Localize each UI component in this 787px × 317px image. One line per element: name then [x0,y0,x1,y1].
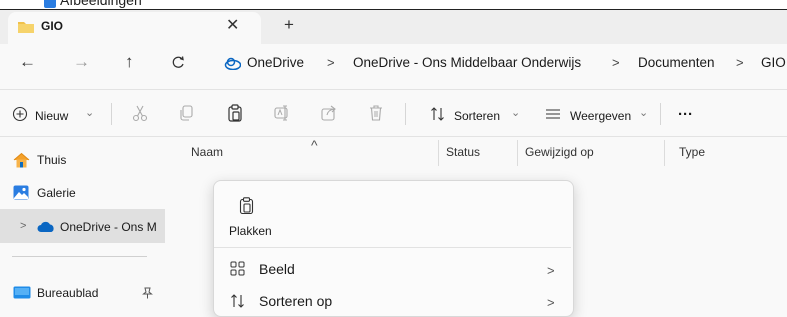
background-window-label: Afbeeldingen [60,0,142,8]
context-menu-paste[interactable]: Plakken [229,224,272,238]
desktop-icon [13,286,31,299]
breadcrumb-ons-middelbaar-onderwijs[interactable]: OneDrive - Ons Middelbaar Onderwijs [353,55,581,70]
sort-icon [231,294,244,308]
toolbar-separator [111,103,112,125]
background-window-strip: Afbeeldingen [0,0,787,10]
breadcrumb-documenten[interactable]: Documenten [638,55,715,70]
sort-ascending-indicator: ^ [311,137,318,153]
paste-icon[interactable] [239,197,254,214]
gallery-icon [13,185,29,200]
expand-chevron-icon[interactable]: > [20,220,26,232]
sort-button-label[interactable]: Sorteren [454,109,500,123]
paste-icon[interactable] [226,104,244,122]
forward-arrow-icon[interactable]: → [73,52,90,72]
column-header-gewijzigd-op[interactable]: Gewijzigd op [525,145,594,159]
breadcrumb-gio[interactable]: GIO [761,55,786,70]
chevron-down-icon[interactable]: ⌄ [639,106,648,119]
cut-icon[interactable] [131,104,149,122]
home-icon [13,152,30,168]
column-separator[interactable] [517,140,518,166]
breadcrumb-separator[interactable]: > [612,55,620,70]
pin-icon[interactable] [142,287,153,299]
chevron-down-icon[interactable]: ⌄ [85,106,94,119]
image-folder-icon [44,0,56,8]
command-bar [0,90,787,136]
column-separator[interactable] [664,140,665,166]
view-grid-icon [230,261,245,276]
context-menu-separator [214,247,571,248]
refresh-icon[interactable] [171,56,185,70]
back-arrow-icon[interactable]: ← [19,52,36,72]
close-tab-icon[interactable]: ✕ [226,15,239,35]
plus-circle-icon[interactable] [12,106,28,122]
sidebar-item-onedrive[interactable]: OneDrive - Ons M [60,220,157,234]
column-header-naam[interactable]: Naam [191,145,223,159]
view-button-label[interactable]: Weergeven [570,109,631,123]
toolbar-separator [405,103,406,125]
rename-icon[interactable] [273,104,291,122]
onedrive-cloud-icon [37,221,54,232]
chevron-down-icon[interactable]: ⌄ [511,106,520,119]
copy-icon[interactable] [178,104,196,122]
new-tab-button[interactable]: + [284,15,294,35]
share-icon[interactable] [320,104,338,122]
breadcrumb-separator[interactable]: > [736,55,744,70]
breadcrumb-separator[interactable]: > [327,55,335,70]
column-separator[interactable] [438,140,439,166]
view-list-icon[interactable] [545,108,561,120]
sort-icon[interactable] [430,106,446,122]
breadcrumb-onedrive[interactable]: OneDrive [247,55,304,70]
sidebar-item-galerie[interactable]: Galerie [37,186,76,200]
folder-icon [18,22,34,33]
context-menu-beeld[interactable]: Beeld [259,261,295,277]
sidebar-divider [12,256,147,257]
tab-title: GIO [41,19,64,33]
column-header-status[interactable]: Status [446,145,480,159]
submenu-chevron-icon: > [547,295,555,310]
divider [0,136,787,137]
new-button-label[interactable]: Nieuw [35,109,68,123]
trash-icon[interactable] [367,104,385,122]
column-header-type[interactable]: Type [679,145,705,159]
sidebar-item-bureaublad[interactable]: Bureaublad [37,286,98,300]
more-options-icon[interactable]: ··· [678,106,693,123]
onedrive-cloud-icon [224,57,241,70]
sidebar-item-thuis[interactable]: Thuis [37,153,66,167]
up-arrow-icon[interactable]: ↑ [125,52,134,72]
submenu-chevron-icon: > [547,263,555,278]
toolbar-separator [660,103,661,125]
